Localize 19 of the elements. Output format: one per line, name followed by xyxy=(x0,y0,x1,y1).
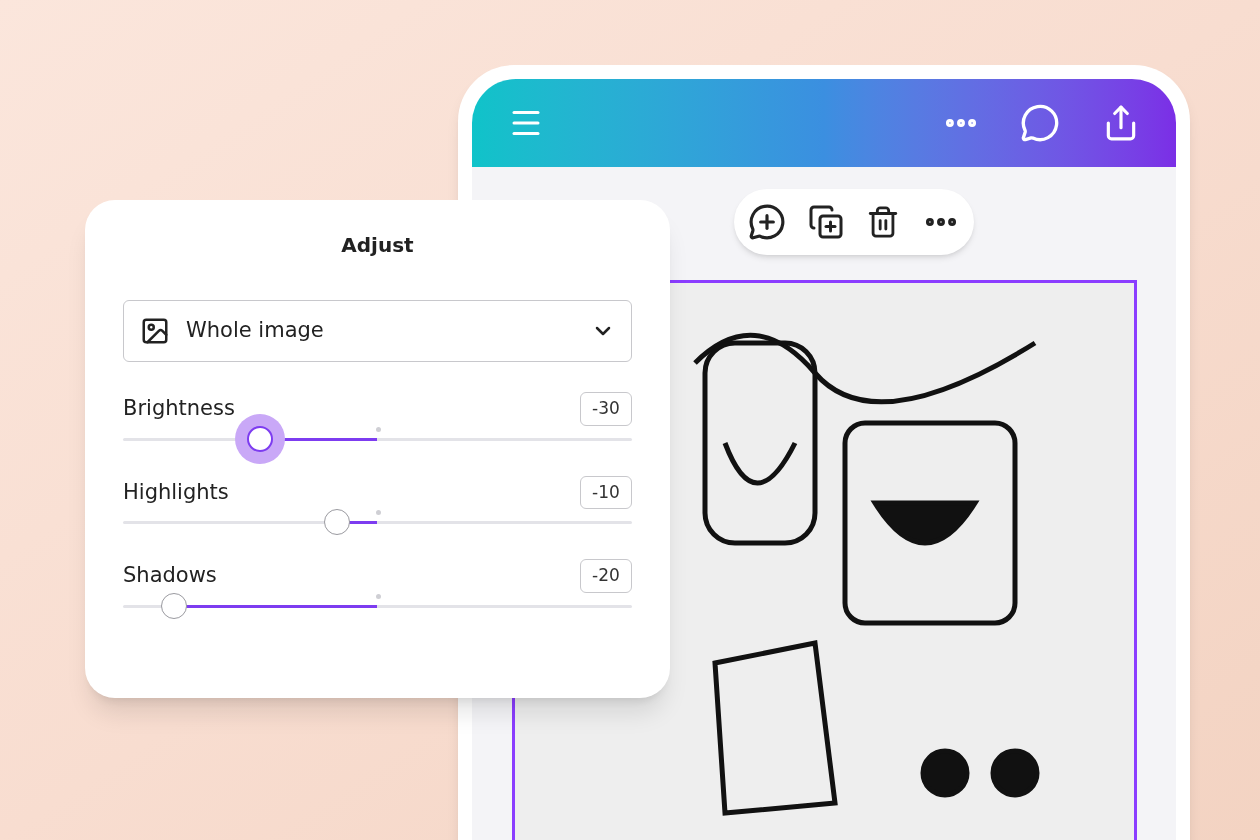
trash-icon[interactable] xyxy=(866,205,900,239)
value-field[interactable]: -20 xyxy=(580,559,632,593)
slider-label: Shadows xyxy=(123,562,217,589)
comment-icon[interactable] xyxy=(1020,103,1060,143)
add-comment-icon[interactable] xyxy=(748,203,786,241)
slider-thumb[interactable] xyxy=(160,592,187,619)
value-field[interactable]: -30 xyxy=(580,392,632,426)
duplicate-icon[interactable] xyxy=(808,204,844,240)
panel-title: Adjust xyxy=(341,232,414,259)
slider-label: Brightness xyxy=(123,395,235,422)
center-tick xyxy=(375,593,381,599)
dropdown-value: Whole image xyxy=(186,317,325,345)
scope-dropdown[interactable]: Whole image xyxy=(123,300,632,362)
image-icon xyxy=(140,316,170,346)
slider-label: Highlights xyxy=(123,478,229,506)
slider-thumb[interactable] xyxy=(323,509,350,535)
center-tick xyxy=(375,510,381,515)
value-field[interactable]: -10 xyxy=(580,475,632,509)
center-tick xyxy=(375,426,381,432)
